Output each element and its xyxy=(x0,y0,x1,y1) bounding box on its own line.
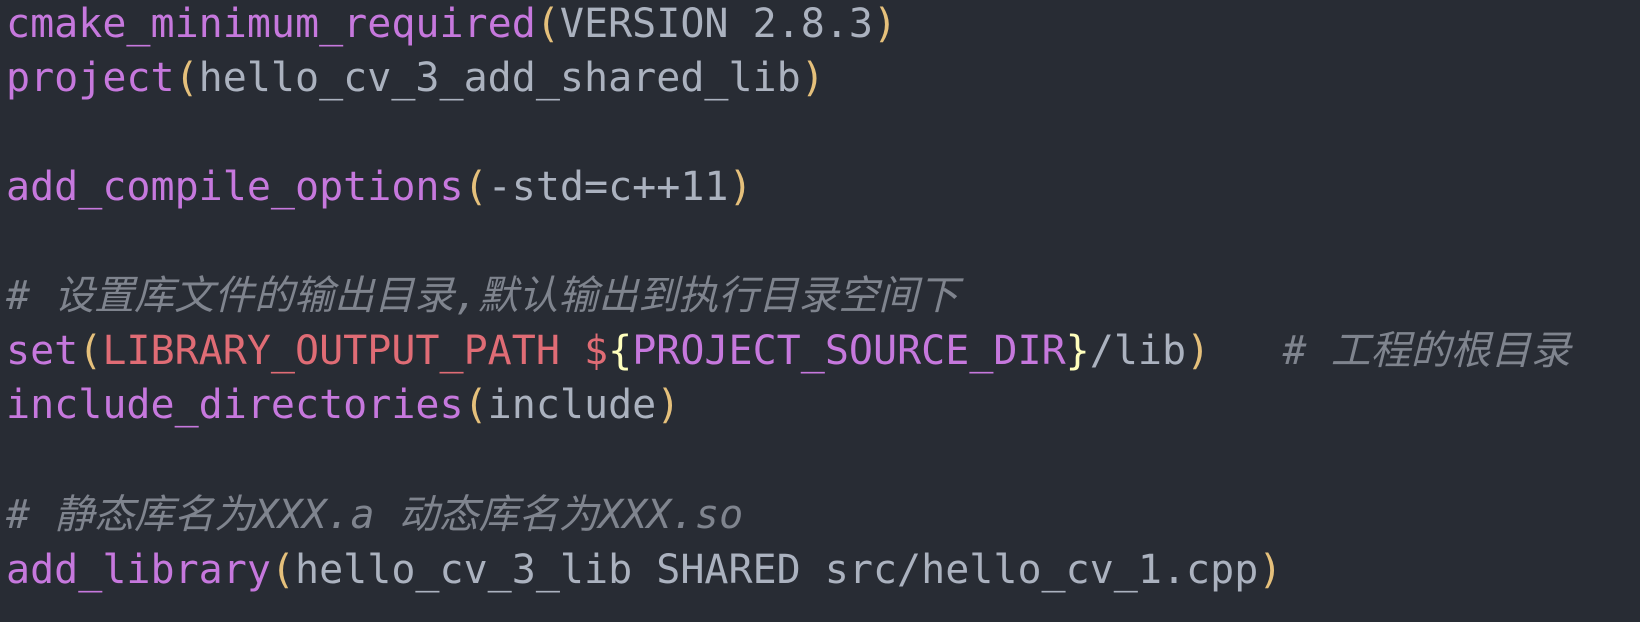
close-paren: ) xyxy=(872,1,898,47)
inline-comment: # 工程的根目录 xyxy=(1282,328,1571,374)
code-line: set(LIBRARY_OUTPUT_PATH ${PROJECT_SOURCE… xyxy=(6,324,1571,378)
close-paren: ) xyxy=(1258,547,1283,593)
open-paren: ( xyxy=(78,328,103,374)
open-paren: ( xyxy=(463,164,488,210)
close-paren: ) xyxy=(1186,328,1211,374)
comment: # 设置库文件的输出目录,默认输出到执行目录空间下 xyxy=(6,273,959,319)
comment: # 静态库名为XXX.a 动态库名为XXX.so xyxy=(6,492,744,538)
function-name: project xyxy=(6,55,175,101)
argument: VERSION 2.8.3 xyxy=(559,1,873,47)
dollar-sign: $ xyxy=(584,328,609,374)
argument: -std=c++11 xyxy=(487,164,729,210)
close-paren: ) xyxy=(656,382,681,428)
path-suffix: /lib xyxy=(1089,328,1187,374)
code-editor[interactable]: cmake_minimum_required(VERSION 2.8.3) pr… xyxy=(0,0,1640,622)
variable-reference: PROJECT_SOURCE_DIR xyxy=(632,328,1066,374)
function-name: add_library xyxy=(6,547,271,593)
function-name: set xyxy=(6,328,79,374)
close-paren: ) xyxy=(728,164,753,210)
open-paren: ( xyxy=(463,382,488,428)
open-brace: { xyxy=(608,328,633,374)
code-line: project(hello_cv_3_add_shared_lib) xyxy=(6,51,825,105)
argument: include xyxy=(487,382,657,428)
function-name: add_compile_options xyxy=(6,164,464,210)
comment-line: # 设置库文件的输出目录,默认输出到执行目录空间下 xyxy=(6,269,958,323)
variable-name: LIBRARY_OUTPUT_PATH xyxy=(102,328,560,374)
open-paren: ( xyxy=(270,547,295,593)
argument: hello_cv_3_lib SHARED src/hello_cv_1.cpp xyxy=(295,547,1259,593)
close-paren: ) xyxy=(800,55,825,101)
open-paren: ( xyxy=(174,55,199,101)
code-line: include_directories(include) xyxy=(6,378,680,432)
code-line: add_library(hello_cv_3_lib SHARED src/he… xyxy=(6,543,1282,597)
code-line: cmake_minimum_required(VERSION 2.8.3) xyxy=(6,0,897,51)
open-paren: ( xyxy=(535,1,560,47)
code-line: add_compile_options(-std=c++11) xyxy=(6,160,753,214)
function-name: cmake_minimum_required xyxy=(6,1,536,47)
argument: hello_cv_3_add_shared_lib xyxy=(198,55,801,101)
function-name: include_directories xyxy=(6,382,464,428)
spacing xyxy=(1210,328,1282,374)
comment-line: # 静态库名为XXX.a 动态库名为XXX.so xyxy=(6,488,743,542)
close-brace: } xyxy=(1065,328,1090,374)
